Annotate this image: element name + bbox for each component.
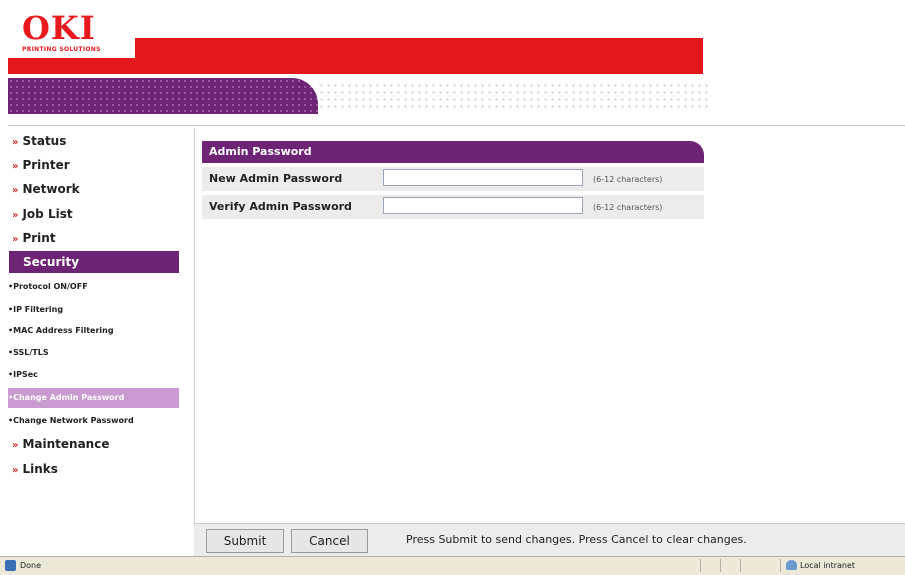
verify-password-hint: (6-12 characters) [593,203,663,212]
sidebar-item-links[interactable]: » Links [12,458,58,480]
submit-button[interactable]: Submit [206,529,284,553]
sub-item-change-network-password[interactable]: •Change Network Password [8,412,134,430]
header-purple-band [8,78,318,114]
header-divider [8,125,905,126]
zone-text: Local intranet [800,561,856,570]
sidebar-item-print[interactable]: » Print [12,227,56,249]
sidebar-item-label: Maintenance [22,437,110,451]
sidebar-item-label: Printer [22,158,70,172]
sub-item-mac-address-filtering[interactable]: •MAC Address Filtering [8,322,114,340]
status-text: Done [20,561,42,570]
sidebar-item-label: Status [22,134,67,148]
sub-item-ip-filtering[interactable]: •IP Filtering [8,301,63,319]
oki-logo: OKI PRINTING SOLUTIONS [22,12,101,53]
sidebar-item-job-list[interactable]: » Job List [12,203,73,225]
chevron-icon: » [12,465,19,476]
header-dot-pattern [318,82,708,110]
form-row-verify-password: Verify Admin Password (6-12 characters) [202,195,704,219]
page-header: OKI PRINTING SOLUTIONS [0,0,905,128]
form-title: Admin Password [202,141,704,163]
chevron-icon: » [12,234,19,245]
header-red-band [135,38,703,74]
intranet-zone-icon [786,560,797,570]
logo-tagline: PRINTING SOLUTIONS [22,46,101,53]
sidebar-nav: » Status » Printer » Network » Job List » Pri… [8,128,190,553]
sub-item-change-admin-password[interactable]: •Change Admin Password [8,388,179,408]
chevron-icon: » [12,210,19,221]
sidebar-item-label: Network [22,182,80,196]
chevron-icon: » [13,255,21,269]
sub-item-protocol-on-off[interactable]: •Protocol ON/OFF [8,278,88,296]
chevron-icon: » [12,185,19,196]
sidebar-item-network[interactable]: » Network [12,178,80,200]
sub-item-ssl-tls[interactable]: •SSL/TLS [8,344,49,362]
verify-password-input[interactable] [383,197,583,214]
status-divider [700,559,701,572]
sidebar-item-maintenance[interactable]: » Maintenance [12,433,109,455]
header-red-band-left [8,58,136,74]
chevron-icon: » [12,440,19,451]
new-password-input[interactable] [383,169,583,186]
new-password-label: New Admin Password [209,172,343,185]
new-password-hint: (6-12 characters) [593,175,663,184]
status-divider [720,559,721,572]
logo-wordmark: OKI [22,9,96,47]
sidebar-item-printer[interactable]: » Printer [12,154,70,176]
browser-status-bar: Done Local intranet [0,556,905,575]
form-footer: Submit Cancel Press Submit to send chang… [194,523,905,556]
status-divider [780,559,781,572]
sidebar-item-label: Print [22,231,56,245]
sidebar-item-security[interactable]: » Security [9,251,179,273]
chevron-icon: » [12,161,19,172]
status-divider [740,559,741,572]
sidebar-item-label: Links [22,462,58,476]
page-done-icon [5,560,16,571]
cancel-button[interactable]: Cancel [291,529,368,553]
sub-item-ipsec[interactable]: •IPSec [8,366,38,384]
sidebar-item-label: Security [23,255,80,269]
chevron-icon: » [12,137,19,148]
sidebar-divider [194,128,195,558]
verify-password-label: Verify Admin Password [209,200,352,213]
sidebar-item-label: Job List [22,207,73,221]
form-row-new-password: New Admin Password (6-12 characters) [202,167,704,191]
footer-message: Press Submit to send changes. Press Canc… [406,533,747,546]
sidebar-item-status[interactable]: » Status [12,130,66,152]
